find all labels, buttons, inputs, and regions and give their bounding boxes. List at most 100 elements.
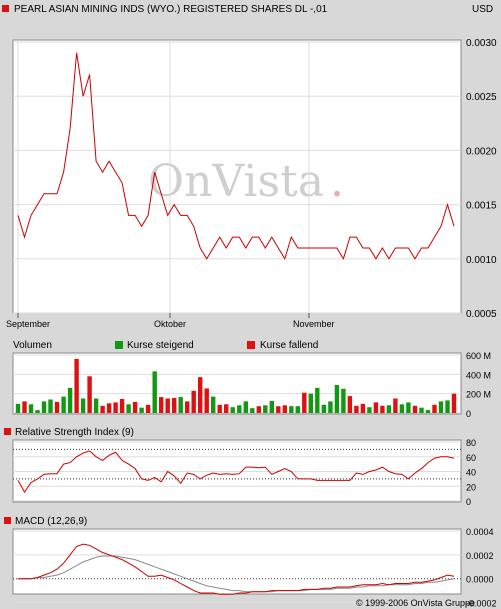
volume-bar <box>406 402 411 413</box>
price-ytick-label: 0.0030 <box>466 38 497 49</box>
month-label: November <box>293 319 335 329</box>
price-ytick-label: 0.0025 <box>466 92 497 103</box>
volume-bar <box>80 398 86 413</box>
volume-bar <box>145 404 151 413</box>
volume-bar <box>61 396 66 413</box>
price-ytick-label: 0.0015 <box>466 201 497 212</box>
rsi-ytick-label: 60 <box>466 453 476 463</box>
title-marker-icon <box>2 5 9 12</box>
volume-bar <box>41 401 47 413</box>
volume-bar <box>438 401 444 413</box>
volume-bar <box>172 398 177 413</box>
volume-bar <box>243 401 248 413</box>
volume-bar <box>334 385 340 413</box>
volume-bar <box>302 392 307 413</box>
volume-bar <box>419 407 424 413</box>
volume-bar <box>360 403 366 413</box>
volume-bar <box>152 371 157 413</box>
volume-bar <box>230 407 235 413</box>
volume-bar <box>256 406 261 413</box>
volume-bar <box>191 390 196 413</box>
macd-ytick-label: 0.0002 <box>466 551 494 561</box>
volume-bar <box>386 405 392 413</box>
rsi-ytick-label: 0 <box>466 497 471 507</box>
legend-rising-label: Kurse steigend <box>127 340 194 351</box>
volume-bar <box>198 377 203 413</box>
volume-bar <box>87 376 92 413</box>
volume-bar <box>321 404 327 413</box>
volume-bar <box>393 398 398 413</box>
legend-falling-label: Kurse fallend <box>260 340 318 351</box>
volume-bar <box>237 405 242 413</box>
volume-bar <box>217 404 222 413</box>
volume-bar <box>113 402 118 413</box>
price-ytick-label: 0.0020 <box>466 146 497 157</box>
volume-bar <box>15 403 21 413</box>
month-label: Oktober <box>154 319 186 329</box>
volume-bar <box>412 405 418 414</box>
month-label: September <box>6 319 50 329</box>
volume-bar <box>341 388 346 413</box>
volume-bar <box>100 405 105 414</box>
volume-bar <box>28 404 34 413</box>
volume-bar <box>308 393 313 413</box>
volume-ytick-label: 200 M <box>466 390 491 400</box>
legend-falling-swatch <box>247 341 255 349</box>
volume-bar <box>204 388 209 413</box>
volume-bar <box>295 406 300 413</box>
chart-svg: PEARL ASIAN MINING INDS (WYO.) REGISTERE… <box>2 4 497 609</box>
volume-bar <box>399 404 405 413</box>
volume-bar <box>211 396 216 413</box>
price-ytick-label: 0.0005 <box>466 309 497 320</box>
volume-bar <box>165 398 170 413</box>
rsi-title: Relative Strength Index (9) <box>15 427 134 438</box>
macd-ytick-label: 0.0004 <box>466 527 494 537</box>
volume-ytick-label: 0 <box>466 409 471 419</box>
volume-bar <box>35 410 40 413</box>
volume-bar <box>48 399 53 413</box>
watermark-text: OnVista <box>148 156 324 207</box>
volume-bar <box>289 406 294 413</box>
macd-marker-icon <box>4 517 11 524</box>
volume-bar <box>54 401 60 413</box>
volume-bar <box>276 406 281 413</box>
volume-bar <box>250 408 255 413</box>
volume-ytick-label: 400 M <box>466 370 491 380</box>
volume-bar <box>373 402 379 413</box>
volume-bar <box>451 393 457 413</box>
volume-bar <box>367 407 372 413</box>
rsi-ytick-label: 20 <box>466 482 476 492</box>
macd-title: MACD (12,26,9) <box>15 516 87 527</box>
rsi-ytick-label: 80 <box>466 438 476 448</box>
volume-bar <box>178 397 183 413</box>
volume-bar <box>282 405 287 413</box>
volume-bar <box>93 398 99 413</box>
volume-bar <box>67 387 73 413</box>
volume-bar <box>74 358 79 413</box>
rsi-marker-icon <box>4 428 11 435</box>
volume-bar <box>22 401 27 413</box>
volume-ytick-label: 600 M <box>466 351 491 361</box>
volume-bar <box>159 397 164 413</box>
price-ytick-label: 0.0010 <box>466 255 497 266</box>
legend-rising-swatch <box>115 341 123 349</box>
volume-bar <box>315 387 320 413</box>
chart-title: PEARL ASIAN MINING INDS (WYO.) REGISTERE… <box>14 4 328 15</box>
currency-label: USD <box>472 4 493 15</box>
volume-bar <box>354 405 359 414</box>
volume-bar <box>139 407 144 413</box>
volume-bar <box>425 410 431 413</box>
copyright-text: © 1999-2006 OnVista Gruppe <box>356 598 475 608</box>
volume-bar <box>132 401 138 413</box>
volume-bar <box>432 404 437 413</box>
volume-bar <box>106 403 112 413</box>
volume-title: Volumen <box>13 340 52 351</box>
volume-bar <box>380 405 385 414</box>
volume-bar <box>328 401 333 413</box>
chart-page: PEARL ASIAN MINING INDS (WYO.) REGISTERE… <box>0 0 501 609</box>
rsi-ytick-label: 40 <box>466 468 476 478</box>
volume-bar <box>185 401 190 413</box>
volume-bar <box>263 405 268 413</box>
watermark-logo: OnVista . <box>148 156 344 207</box>
volume-bar <box>445 400 450 413</box>
